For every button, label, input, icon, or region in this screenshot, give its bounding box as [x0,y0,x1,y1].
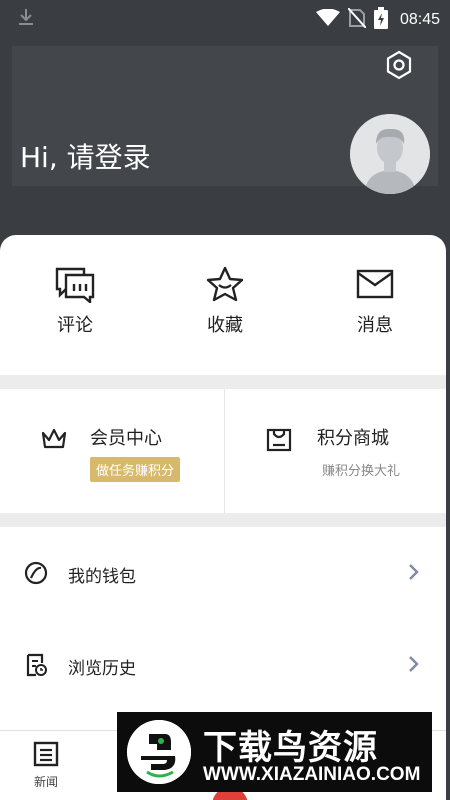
wallet-label: 我的钱包 [68,567,136,587]
history-icon [24,653,48,681]
news-icon [33,741,59,771]
chevron-right-icon [408,563,420,585]
vip-center-title: 会员中心 [90,428,162,449]
points-mall[interactable]: 积分商城 赚积分换大礼 [225,389,446,513]
comment-icon [25,265,125,303]
chevron-right-icon [408,655,420,677]
download-icon [18,8,34,30]
avatar[interactable] [350,114,430,194]
watermark-title: 下载鸟资源 [203,728,378,768]
quick-comments[interactable]: 评论 [25,265,125,337]
quick-actions-card: 评论 收藏 消息 [0,235,446,375]
section-divider [0,513,446,527]
mail-icon [325,265,425,303]
nav-news-label: 新闻 [33,775,58,789]
history-label: 浏览历史 [68,659,136,679]
menu-list: 我的钱包 浏览历史 [0,527,446,730]
watermark-url: WWW.XIAZAINIAO.COM [203,764,421,785]
clock: 08:45 [399,11,440,28]
wifi-icon [315,8,340,31]
wallet-icon [24,561,48,589]
comments-label: 评论 [57,315,93,336]
list-item-history[interactable]: 浏览历史 [0,619,446,711]
favorites-label: 收藏 [207,315,243,336]
login-prompt[interactable]: Hi, 请登录 [20,136,151,176]
crown-icon [40,427,68,455]
star-icon [175,265,275,303]
screen-edge [446,34,450,800]
bird-logo-icon [127,720,191,784]
section-divider [0,375,446,389]
vip-badge: 做任务赚积分 [90,457,181,482]
profile-header: Hi, 请登录 [0,34,450,244]
quick-messages[interactable]: 消息 [325,265,425,337]
store-icon [265,426,293,458]
watermark-banner: 下载鸟资源 WWW.XIAZAINIAO.COM [117,712,432,792]
nav-tab-news[interactable]: 新闻 [28,741,64,790]
battery-icon [373,7,388,33]
member-row: 会员中心 做任务赚积分 积分商城 赚积分换大礼 [0,389,446,513]
messages-label: 消息 [357,315,393,336]
status-bar: 08:45 [0,0,450,34]
settings-icon[interactable] [384,50,414,80]
list-item-wallet[interactable]: 我的钱包 [0,527,446,619]
points-mall-subtitle: 赚积分换大礼 [322,464,401,479]
no-sim-icon [347,7,367,32]
points-mall-title: 积分商城 [317,428,389,449]
vip-center[interactable]: 会员中心 做任务赚积分 [0,389,224,513]
quick-favorites[interactable]: 收藏 [175,265,275,337]
